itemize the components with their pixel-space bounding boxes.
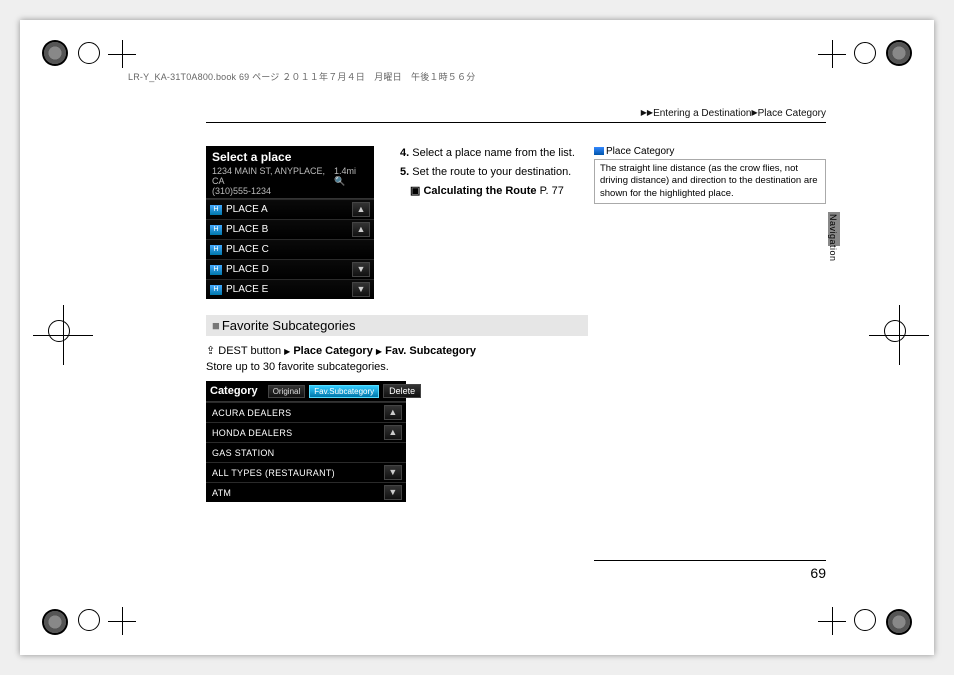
poi-icon: H [210, 225, 222, 235]
list-item: HPLACE C [206, 239, 374, 259]
poi-icon: H [210, 265, 222, 275]
reg-mark [854, 42, 876, 64]
list-item: ACURA DEALERS▲ [206, 402, 406, 422]
rule [594, 560, 826, 561]
sidebar-column: Place Category The straight line distanc… [594, 146, 826, 204]
list-item: ALL TYPES (RESTAURANT)▼ [206, 462, 406, 482]
step-4: 4. Select a place name from the list. [400, 146, 580, 161]
cross-reference: ▣ Calculating the Route P. 77 [410, 184, 580, 199]
scroll-up-icon: ▲ [352, 222, 370, 237]
section-label: Navigation [828, 214, 838, 262]
list-item: HPLACE A▲ [206, 199, 374, 219]
info-box: Place Category The straight line distanc… [594, 146, 826, 204]
description: Store up to 30 favorite subcategories. [206, 361, 566, 373]
poi-icon: H [210, 285, 222, 295]
reg-mark [78, 42, 100, 64]
delete-button: Delete [383, 384, 421, 398]
breadcrumb: ▶▶Entering a Destination▶Place Category [641, 108, 826, 119]
rule [206, 122, 826, 123]
list-item: HPLACE D▼ [206, 259, 374, 279]
section-heading: ■Favorite Subcategories [206, 315, 588, 336]
nav-path: ⇪ DEST button ▶ Place Category ▶ Fav. Su… [206, 344, 566, 357]
info-box-title: Place Category [594, 146, 826, 159]
scroll-top-icon: ▲ [352, 202, 370, 217]
reg-mark [78, 609, 100, 631]
reg-mark [886, 40, 912, 66]
scroll-bottom-icon: ▼ [384, 485, 402, 500]
list-item: ATM▼ [206, 482, 406, 502]
scroll-bottom-icon: ▼ [352, 282, 370, 297]
scroll-top-icon: ▲ [384, 405, 402, 420]
list-item: HPLACE E▼ [206, 279, 374, 299]
tab-original: Original [268, 385, 306, 398]
poi-icon: H [210, 205, 222, 215]
scroll-up-icon: ▲ [384, 425, 402, 440]
reg-mark [884, 320, 906, 342]
category-screenshot: Category Original Fav.Subcategory Delete… [206, 381, 406, 502]
dest-icon: ⇪ [206, 345, 215, 357]
info-box-body: The straight line distance (as the crow … [594, 159, 826, 204]
screen-title: Select a place [206, 146, 374, 166]
reg-mark [818, 40, 846, 68]
link-icon: ▣ [410, 185, 420, 197]
tab-fav-subcategory: Fav.Subcategory [309, 385, 379, 398]
scroll-down-icon: ▼ [384, 465, 402, 480]
book-stamp: LR-Y_KA-31T0A800.book 69 ページ ２０１１年７月４日 月… [128, 70, 475, 83]
select-place-screenshot: Select a place 1234 MAIN ST, ANYPLACE, C… [206, 146, 374, 299]
page: LR-Y_KA-31T0A800.book 69 ページ ２０１１年７月４日 月… [20, 20, 934, 655]
scroll-down-icon: ▼ [352, 262, 370, 277]
steps-column: 4. Select a place name from the list. 5.… [400, 146, 580, 203]
screen-header: Category Original Fav.Subcategory Delete [206, 381, 406, 402]
page-number: 69 [810, 565, 826, 581]
list-item: HPLACE B▲ [206, 219, 374, 239]
reg-mark [854, 609, 876, 631]
reg-mark [42, 40, 68, 66]
step-5: 5. Set the route to your destination. [400, 165, 580, 180]
poi-icon: H [210, 245, 222, 255]
reg-mark [108, 40, 136, 68]
list-item: HONDA DEALERS▲ [206, 422, 406, 442]
reg-mark [886, 609, 912, 635]
reg-mark [818, 607, 846, 635]
screen-address: 1234 MAIN ST, ANYPLACE, CA (310)555-1234… [206, 166, 374, 199]
list-item: GAS STATION [206, 442, 406, 462]
reg-mark [108, 607, 136, 635]
reg-mark [48, 320, 70, 342]
reg-mark [42, 609, 68, 635]
info-icon [594, 147, 604, 155]
